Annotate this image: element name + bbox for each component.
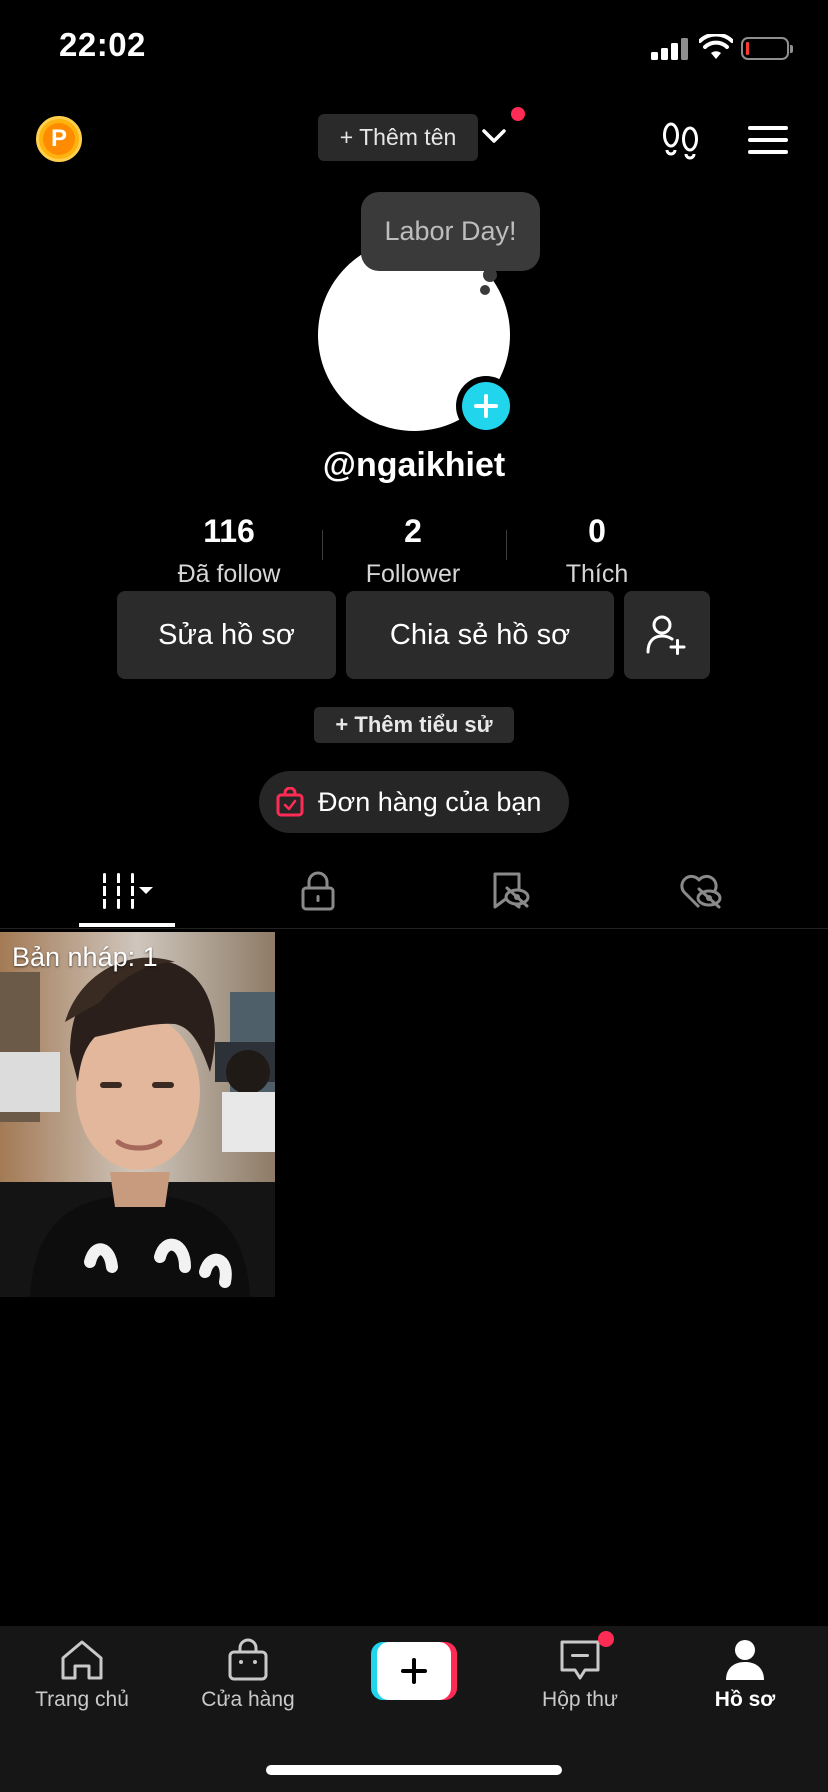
add-friend-button[interactable] [624,591,710,679]
draft-video-tile[interactable]: Bản nháp: 1 [0,932,275,1297]
stat-value: 2 [404,513,422,549]
stat-value: 0 [588,513,606,549]
create-plus-icon [377,1642,451,1700]
stat-likes[interactable]: 0 Thích [505,512,689,589]
shop-icon [228,1638,268,1681]
stat-value: 116 [203,513,255,549]
battery-level [746,42,749,55]
add-bio-button[interactable]: + Thêm tiểu sử [314,707,514,743]
inbox-badge [598,1631,614,1647]
stat-label: Thích [565,560,629,588]
nav-profile[interactable]: Hồ sơ [675,1638,815,1712]
stat-following[interactable]: 116 Đã follow [137,512,321,589]
tooltip-tail [483,268,497,282]
lock-icon [301,871,335,911]
wifi-icon [699,34,733,59]
menu-icon[interactable] [748,124,788,156]
draft-count-label: Bản nháp: 1 [12,942,158,972]
tooltip-dot [480,285,490,295]
signal-icon [651,38,689,60]
tab-private[interactable] [270,860,366,922]
notification-dot [511,107,525,121]
profile-icon [726,1640,764,1680]
create-button[interactable] [371,1642,457,1700]
videos-grid-icon [103,873,153,909]
nav-label: Trang chủ [35,1688,129,1711]
nav-label: Hộp thư [542,1688,618,1711]
add-avatar-button[interactable] [456,376,516,436]
battery-icon [741,37,793,60]
tooltip-bubble[interactable]: Labor Day! [361,192,540,271]
username: @ngaikhiet [322,446,506,484]
coin-icon[interactable]: P [36,116,82,162]
inbox-icon [560,1640,600,1680]
orders-label: Đơn hàng của bạn [318,786,542,817]
stat-label: Follower [365,560,461,588]
add-user-icon [646,615,686,655]
nav-inbox[interactable]: Hộp thư [510,1638,650,1712]
share-profile-button[interactable]: Chia sẻ hồ sơ [346,591,614,679]
tab-liked[interactable] [653,860,749,922]
edit-profile-button[interactable]: Sửa hồ sơ [117,591,336,679]
active-tab-indicator [79,923,175,927]
draft-thumbnail [0,932,275,1297]
heart-hidden-icon [680,874,722,909]
orders-button[interactable]: Đơn hàng của bạn [259,771,569,833]
nav-home[interactable]: Trang chủ [12,1638,152,1712]
tab-saved[interactable] [462,860,558,922]
shopping-bag-icon [276,787,304,817]
plus-icon [462,382,510,430]
footprint-icon[interactable] [659,118,703,162]
status-time: 22:02 [59,26,146,63]
nav-label: Hồ sơ [714,1688,776,1711]
add-name-button[interactable]: + Thêm tên [318,114,478,161]
tab-videos[interactable] [79,860,175,922]
stat-label: Đã follow [177,560,281,588]
home-icon [61,1640,103,1680]
home-indicator [266,1765,562,1775]
bookmark-hidden-icon [493,872,530,909]
coin-letter: P [43,123,75,155]
stat-followers[interactable]: 2 Follower [321,512,505,589]
nav-label: Cửa hàng [201,1688,295,1711]
chevron-down-icon[interactable] [481,127,507,145]
tab-divider [0,928,828,929]
nav-shop[interactable]: Cửa hàng [178,1638,318,1712]
